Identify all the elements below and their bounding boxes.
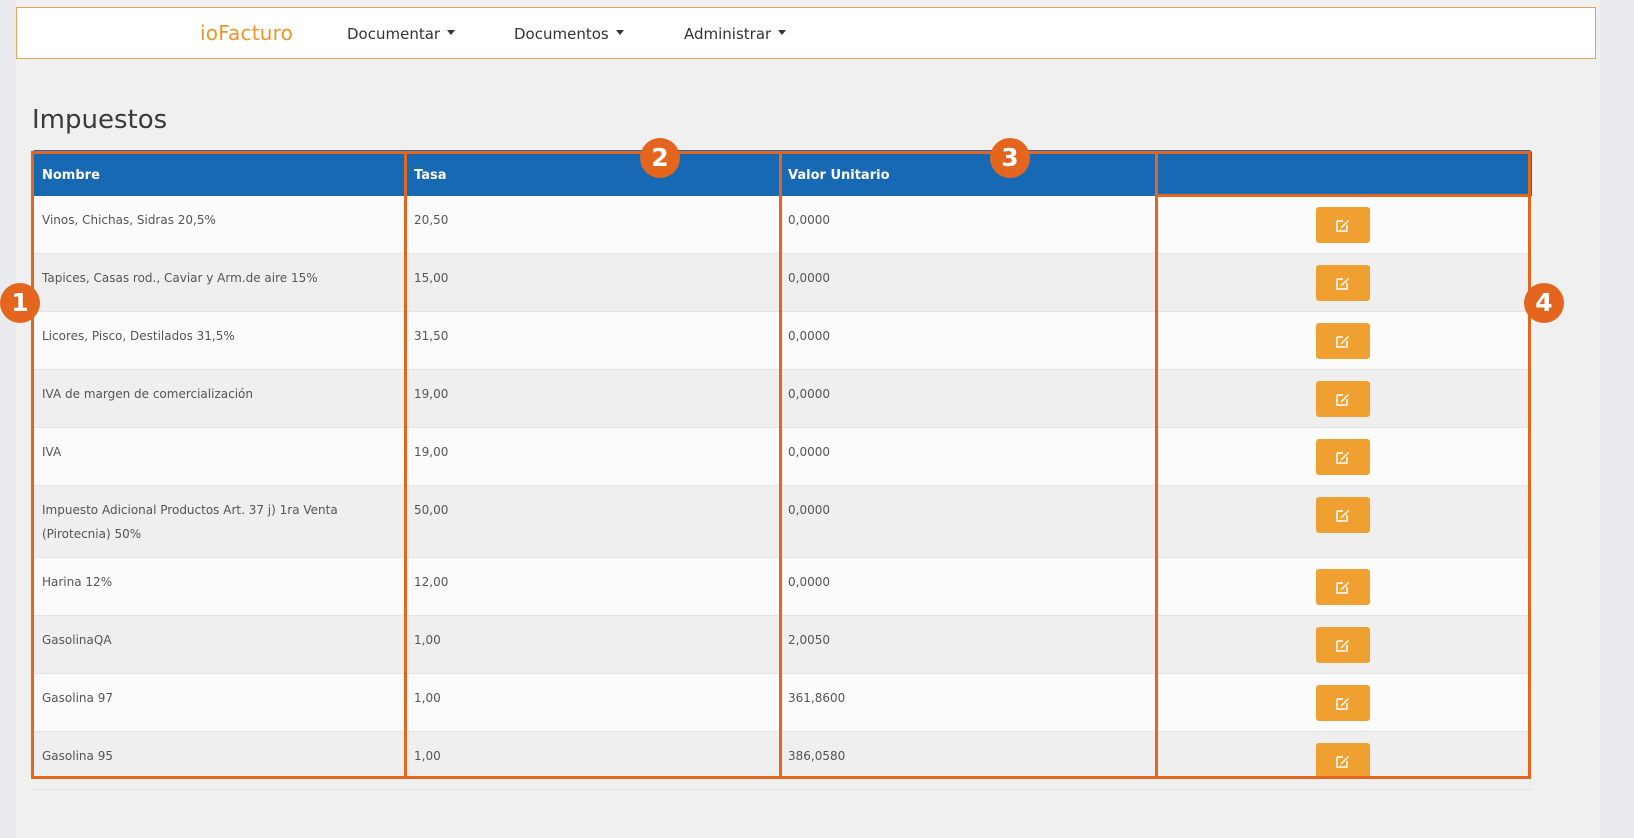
edit-button[interactable]: [1316, 627, 1370, 663]
cell-tasa: 20,50: [414, 213, 449, 227]
edit-button[interactable]: [1316, 207, 1370, 243]
brand-logo[interactable]: ioFacturo: [200, 21, 293, 45]
cell-nombre: IVA de margen de comercialización: [42, 387, 253, 401]
cell-tasa: 19,00: [414, 445, 449, 459]
edit-icon: [1336, 336, 1349, 348]
edit-icon: [1336, 278, 1349, 290]
annotation-badge-4: 4: [1524, 283, 1564, 323]
cell-tasa: 19,00: [414, 387, 449, 401]
edit-icon: [1336, 698, 1349, 710]
edit-icon: [1336, 582, 1349, 594]
page: ioFacturo Documentar Documentos Administ…: [16, 0, 1600, 838]
cell-tasa: 12,00: [414, 575, 449, 589]
table-row: IVA 19,00 0,0000: [32, 428, 1532, 486]
cell-nombre: Vinos, Chichas, Sidras 20,5%: [42, 213, 216, 227]
cell-actions: [1154, 370, 1532, 427]
annotation-badge-3: 3: [990, 138, 1030, 178]
cell-actions: [1154, 254, 1532, 311]
caret-down-icon: [615, 30, 624, 35]
annotation-badge-1: 1: [0, 283, 40, 323]
edit-button[interactable]: [1316, 685, 1370, 721]
edit-button[interactable]: [1316, 497, 1370, 533]
cell-nombre: Gasolina 95: [42, 749, 113, 763]
edit-icon: [1336, 452, 1349, 464]
edit-button[interactable]: [1316, 569, 1370, 605]
header-tasa: Tasa: [414, 168, 447, 183]
nav-administrar[interactable]: Administrar: [684, 25, 787, 43]
cell-valor-unitario: 0,0000: [788, 503, 830, 517]
edit-icon: [1336, 394, 1349, 406]
cell-valor-unitario: 0,0000: [788, 445, 830, 459]
caret-down-icon: [778, 30, 787, 35]
cell-valor-unitario: 0,0000: [788, 271, 830, 285]
cell-actions: [1154, 616, 1532, 673]
table-row: IVA de margen de comercialización 19,00 0,…: [32, 370, 1532, 428]
cell-nombre: Tapices, Casas rod., Caviar y Arm.de air…: [42, 271, 318, 285]
cell-tasa: 1,00: [414, 633, 441, 647]
table-row: Harina 12% 12,00 0,0000: [32, 558, 1532, 616]
edit-icon: [1336, 220, 1349, 232]
edit-button[interactable]: [1316, 381, 1370, 417]
cell-valor-unitario: 2,0050: [788, 633, 830, 647]
edit-icon: [1336, 640, 1349, 652]
edit-button[interactable]: [1316, 265, 1370, 301]
table-row: Gasolina 95 1,00 386,0580: [32, 732, 1532, 790]
edit-icon: [1336, 510, 1349, 522]
nav-documentar[interactable]: Documentar: [347, 25, 456, 43]
table-row: GasolinaQA 1,00 2,0050: [32, 616, 1532, 674]
page-title: Impuestos: [32, 105, 168, 135]
cell-nombre: Impuesto Adicional Productos Art. 37 j) …: [42, 503, 338, 541]
cell-valor-unitario: 0,0000: [788, 329, 830, 343]
table-row: Gasolina 97 1,00 361,8600: [32, 674, 1532, 732]
cell-valor-unitario: 386,0580: [788, 749, 846, 763]
edit-button[interactable]: [1316, 323, 1370, 359]
cell-valor-unitario: 0,0000: [788, 387, 830, 401]
cell-tasa: 50,00: [414, 503, 449, 517]
taxes-table: Nombre Tasa Valor Unitario Vinos, Chicha…: [32, 150, 1532, 790]
annotation-badge-2: 2: [640, 138, 680, 178]
cell-actions: [1154, 732, 1532, 789]
edit-icon: [1336, 756, 1349, 768]
cell-valor-unitario: 361,8600: [788, 691, 846, 705]
caret-down-icon: [447, 30, 456, 35]
edit-button[interactable]: [1316, 743, 1370, 779]
cell-actions: [1154, 312, 1532, 369]
cell-tasa: 1,00: [414, 691, 441, 705]
cell-nombre: Harina 12%: [42, 575, 113, 589]
header-nombre: Nombre: [42, 168, 100, 183]
header-actions: [1154, 150, 1532, 196]
cell-tasa: 1,00: [414, 749, 441, 763]
cell-actions: [1154, 428, 1532, 485]
cell-nombre: IVA: [42, 445, 62, 459]
header-valor-unitario: Valor Unitario: [788, 168, 890, 183]
cell-valor-unitario: 0,0000: [788, 575, 830, 589]
cell-actions: [1154, 558, 1532, 615]
cell-nombre: GasolinaQA: [42, 633, 112, 647]
cell-tasa: 15,00: [414, 271, 449, 285]
cell-actions: [1154, 674, 1532, 731]
table-body: Vinos, Chichas, Sidras 20,5% 20,50 0,0000 T…: [32, 196, 1532, 790]
cell-tasa: 31,50: [414, 329, 449, 343]
top-navbar: ioFacturo Documentar Documentos Administ…: [16, 7, 1596, 59]
cell-valor-unitario: 0,0000: [788, 213, 830, 227]
cell-actions: [1154, 196, 1532, 253]
cell-actions: [1154, 486, 1532, 557]
table-row: Licores, Pisco, Destilados 31,5% 31,50 0,0…: [32, 312, 1532, 370]
table-row: Tapices, Casas rod., Caviar y Arm.de air…: [32, 254, 1532, 312]
cell-nombre: Gasolina 97: [42, 691, 113, 705]
nav-documentos[interactable]: Documentos: [514, 25, 624, 43]
table-header: Nombre Tasa Valor Unitario: [32, 150, 1532, 196]
edit-button[interactable]: [1316, 439, 1370, 475]
table-row: Vinos, Chichas, Sidras 20,5% 20,50 0,0000: [32, 196, 1532, 254]
table-row: Impuesto Adicional Productos Art. 37 j) …: [32, 486, 1532, 558]
cell-nombre: Licores, Pisco, Destilados 31,5%: [42, 329, 235, 343]
